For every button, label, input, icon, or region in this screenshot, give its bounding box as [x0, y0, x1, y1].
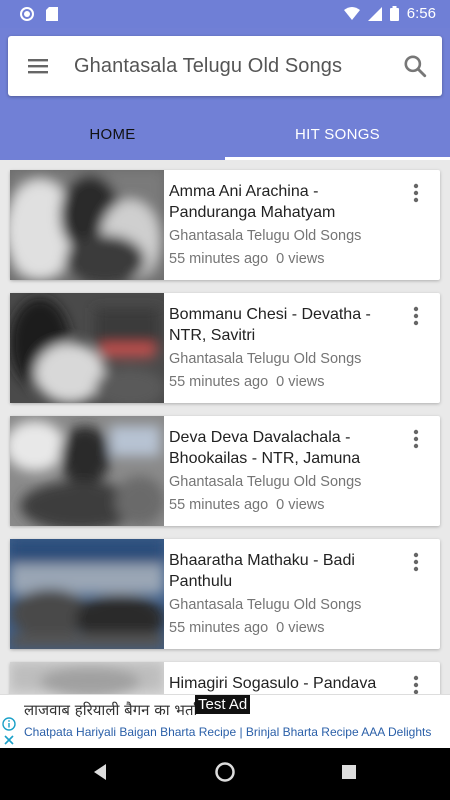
- more-options-icon[interactable]: [408, 674, 424, 694]
- video-time-ago: 55 minutes ago: [169, 620, 269, 636]
- signal-icon: [367, 6, 382, 21]
- ad-info-icon[interactable]: [2, 717, 16, 731]
- video-time-ago: 55 minutes ago: [169, 497, 269, 513]
- video-views: 0 views: [276, 620, 325, 636]
- video-title: Deva Deva Davalachala - Bhookailas - NTR…: [169, 429, 361, 467]
- video-card[interactable]: Himagiri Sogasulo - Pandava: [10, 662, 440, 694]
- ad-subtext[interactable]: Chatpata Hariyali Baigan Bharta Recipe |…: [24, 725, 431, 739]
- tab-hit-songs[interactable]: HIT SONGS: [225, 116, 450, 160]
- sd-card-icon: [46, 7, 58, 21]
- back-icon[interactable]: [92, 762, 108, 782]
- home-icon[interactable]: [214, 761, 236, 783]
- recents-icon[interactable]: [341, 764, 357, 780]
- video-title: Himagiri Sogasulo - Pandava: [169, 675, 377, 692]
- ad-label: Test Ad: [195, 695, 251, 714]
- video-thumbnail[interactable]: [10, 170, 164, 280]
- video-title: Bommanu Chesi - Devatha - NTR, Savitri: [169, 306, 371, 344]
- more-options-icon[interactable]: [408, 428, 424, 450]
- video-meta: 55 minutes ago 0 views: [169, 620, 325, 636]
- video-meta: 55 minutes ago 0 views: [169, 251, 325, 267]
- ad-headline[interactable]: लाजवाब हरियाली बैगन का भर्ता: [24, 700, 197, 720]
- video-thumbnail[interactable]: [10, 293, 164, 403]
- video-thumbnail[interactable]: [10, 662, 164, 694]
- video-thumbnail[interactable]: [10, 539, 164, 649]
- video-channel: Ghantasala Telugu Old Songs: [169, 597, 362, 613]
- tab-bar: HOME HIT SONGS: [0, 116, 450, 160]
- video-card[interactable]: Deva Deva Davalachala - Bhookailas - NTR…: [10, 416, 440, 526]
- video-channel: Ghantasala Telugu Old Songs: [169, 228, 362, 244]
- video-title: Bhaaratha Mathaku - Badi Panthulu: [169, 552, 355, 590]
- menu-icon[interactable]: [26, 54, 50, 78]
- video-channel: Ghantasala Telugu Old Songs: [169, 474, 362, 490]
- tab-home[interactable]: HOME: [0, 116, 225, 160]
- video-views: 0 views: [276, 374, 325, 390]
- video-card[interactable]: Bommanu Chesi - Devatha - NTR, Savitri G…: [10, 293, 440, 403]
- video-thumbnail[interactable]: [10, 416, 164, 526]
- wifi-icon: [343, 7, 360, 20]
- status-time: 6:56: [406, 5, 436, 22]
- more-options-icon[interactable]: [408, 305, 424, 327]
- battery-icon: [389, 6, 399, 21]
- navigation-bar: [0, 748, 450, 800]
- video-meta: 55 minutes ago 0 views: [169, 497, 325, 513]
- ad-close-icon[interactable]: [2, 733, 16, 747]
- status-bar: 6:56: [0, 0, 450, 28]
- video-views: 0 views: [276, 251, 325, 267]
- app-title: Ghantasala Telugu Old Songs: [74, 55, 343, 77]
- video-meta: 55 minutes ago 0 views: [169, 374, 325, 390]
- ad-banner[interactable]: लाजवाब हरियाली बैगन का भर्ता Chatpata Ha…: [0, 694, 450, 748]
- video-card[interactable]: Bhaaratha Mathaku - Badi Panthulu Ghanta…: [10, 539, 440, 649]
- video-channel: Ghantasala Telugu Old Songs: [169, 351, 362, 367]
- video-views: 0 views: [276, 497, 325, 513]
- video-title: Amma Ani Arachina - Panduranga Mahatyam: [169, 183, 336, 221]
- video-card[interactable]: Amma Ani Arachina - Panduranga Mahatyam …: [10, 170, 440, 280]
- app-bar: Ghantasala Telugu Old Songs HOME HIT SON…: [0, 28, 450, 160]
- more-options-icon[interactable]: [408, 182, 424, 204]
- search-icon[interactable]: [402, 53, 428, 79]
- more-options-icon[interactable]: [408, 551, 424, 573]
- search-toolbar: Ghantasala Telugu Old Songs: [8, 36, 442, 96]
- notification-dot-icon: [20, 7, 34, 21]
- video-time-ago: 55 minutes ago: [169, 374, 269, 390]
- video-time-ago: 55 minutes ago: [169, 251, 269, 267]
- video-list[interactable]: Amma Ani Arachina - Panduranga Mahatyam …: [0, 160, 450, 694]
